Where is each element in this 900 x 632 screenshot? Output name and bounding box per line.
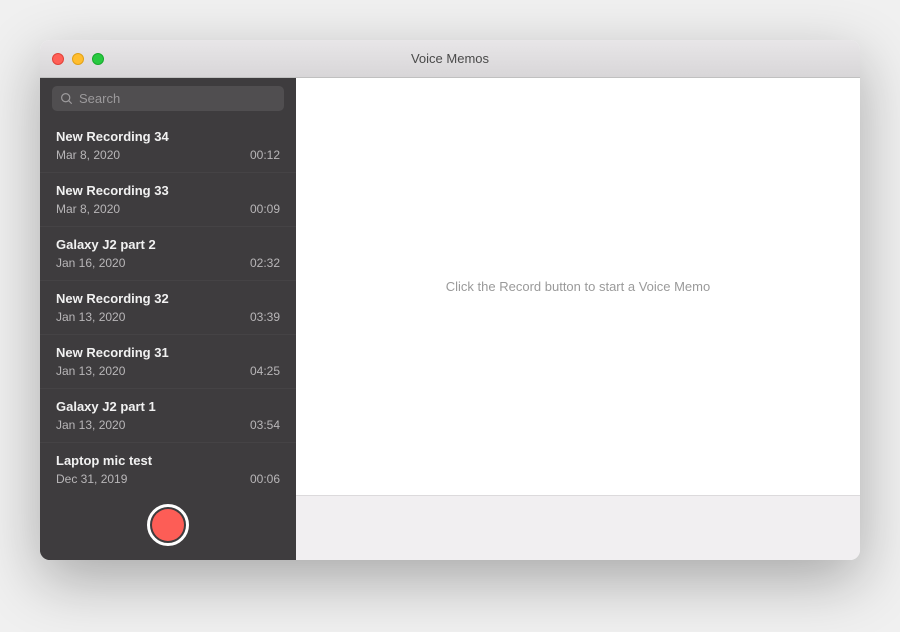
search-input[interactable] xyxy=(79,91,276,106)
main-content: Click the Record button to start a Voice… xyxy=(296,78,860,495)
recording-title: Galaxy J2 part 1 xyxy=(56,399,280,414)
recording-meta: Jan 13, 2020 04:25 xyxy=(56,364,280,378)
recording-meta: Jan 13, 2020 03:39 xyxy=(56,310,280,324)
recording-meta: Jan 16, 2020 02:32 xyxy=(56,256,280,270)
recording-item[interactable]: Galaxy J2 part 2 Jan 16, 2020 02:32 xyxy=(40,227,296,281)
recording-date: Mar 8, 2020 xyxy=(56,148,120,162)
recording-title: Laptop mic test xyxy=(56,453,280,468)
recording-item[interactable]: New Recording 34 Mar 8, 2020 00:12 xyxy=(40,119,296,173)
recording-meta: Dec 31, 2019 00:06 xyxy=(56,472,280,486)
recording-title: New Recording 34 xyxy=(56,129,280,144)
playback-footer xyxy=(296,495,860,560)
recording-date: Mar 8, 2020 xyxy=(56,202,120,216)
recording-duration: 00:06 xyxy=(250,472,280,486)
recording-duration: 03:39 xyxy=(250,310,280,324)
content: New Recording 34Mar 8, 202000:12New Reco… xyxy=(40,78,860,560)
record-bar xyxy=(40,490,296,560)
recording-item[interactable]: Laptop mic test Dec 31, 2019 00:06 xyxy=(40,443,296,490)
recording-duration: 03:54 xyxy=(250,418,280,432)
recording-duration: 04:25 xyxy=(250,364,280,378)
recording-item[interactable]: Galaxy J2 part 1 Jan 13, 2020 03:54 xyxy=(40,389,296,443)
recording-meta: Mar 8, 2020 00:09 xyxy=(56,202,280,216)
search-field[interactable] xyxy=(52,86,284,111)
recording-title: New Recording 33 xyxy=(56,183,280,198)
app-window: Voice Memos New Recording 34Mar 8, 2 xyxy=(40,40,860,560)
recording-meta: Mar 8, 2020 00:12 xyxy=(56,148,280,162)
recording-item[interactable]: New Recording 33 Mar 8, 2020 00:09 xyxy=(40,173,296,227)
traffic-lights xyxy=(40,53,104,65)
recording-duration: 02:32 xyxy=(250,256,280,270)
recordings-list: New Recording 34Mar 8, 202000:12New Reco… xyxy=(40,119,296,490)
recording-duration: 00:09 xyxy=(250,202,280,216)
recording-date: Jan 16, 2020 xyxy=(56,256,125,270)
recording-date: Jan 13, 2020 xyxy=(56,364,125,378)
titlebar: Voice Memos xyxy=(40,40,860,78)
minimize-window-button[interactable] xyxy=(72,53,84,65)
record-icon xyxy=(152,509,184,541)
record-button[interactable] xyxy=(147,504,189,546)
close-window-button[interactable] xyxy=(52,53,64,65)
recording-date: Jan 13, 2020 xyxy=(56,310,125,324)
zoom-window-button[interactable] xyxy=(92,53,104,65)
search-icon xyxy=(60,92,73,105)
recording-duration: 00:12 xyxy=(250,148,280,162)
sidebar: New Recording 34Mar 8, 202000:12New Reco… xyxy=(40,78,296,560)
recording-date: Dec 31, 2019 xyxy=(56,472,127,486)
recording-date: Jan 13, 2020 xyxy=(56,418,125,432)
main-panel: Click the Record button to start a Voice… xyxy=(296,78,860,560)
recording-title: New Recording 32 xyxy=(56,291,280,306)
window-title: Voice Memos xyxy=(411,51,489,66)
recording-title: Galaxy J2 part 2 xyxy=(56,237,280,252)
search-container xyxy=(40,78,296,119)
recording-meta: Jan 13, 2020 03:54 xyxy=(56,418,280,432)
recording-item[interactable]: New Recording 31 Jan 13, 2020 04:25 xyxy=(40,335,296,389)
empty-state-message: Click the Record button to start a Voice… xyxy=(446,279,710,294)
recording-title: New Recording 31 xyxy=(56,345,280,360)
recording-item[interactable]: New Recording 32 Jan 13, 2020 03:39 xyxy=(40,281,296,335)
